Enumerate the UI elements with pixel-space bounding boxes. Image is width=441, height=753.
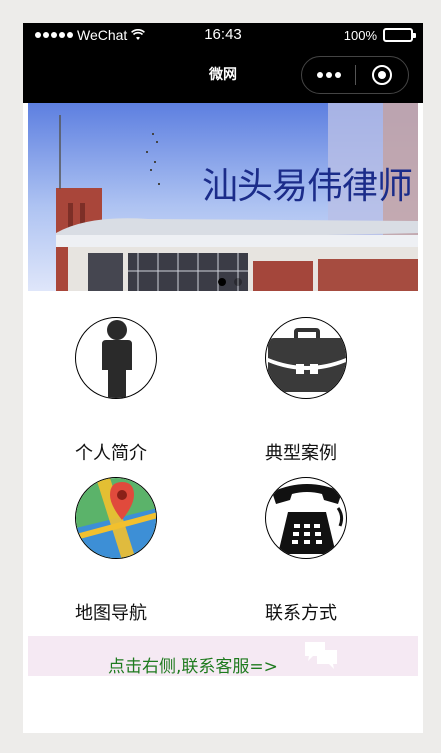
- target-icon: [371, 65, 392, 85]
- briefcase-icon: [265, 317, 347, 399]
- battery-percent: 100%: [343, 27, 377, 43]
- customer-service-text: 点击右侧,联系客服=>: [108, 657, 278, 677]
- menu-item-contact[interactable]: [265, 477, 423, 559]
- indicator-dot-active[interactable]: [218, 278, 226, 286]
- navigation-bar: 微网: [23, 47, 423, 103]
- menu-item-map[interactable]: [75, 477, 235, 559]
- status-bar: WeChat 16:43 100%: [23, 23, 423, 47]
- close-mini-program-button[interactable]: [356, 57, 408, 93]
- phone-screen: WeChat 16:43 100% 微网 汕头易伟律师 个人简介 典型案例 地图…: [23, 23, 423, 733]
- person-icon: [75, 317, 157, 399]
- banner-carousel[interactable]: 汕头易伟律师: [28, 103, 418, 291]
- menu-item-profile[interactable]: [75, 317, 235, 399]
- menu-label-profile[interactable]: 个人简介: [75, 439, 147, 465]
- telephone-icon: [265, 477, 347, 559]
- battery-group: 100%: [343, 26, 416, 44]
- menu-label-map[interactable]: 地图导航: [75, 599, 147, 625]
- more-menu-button[interactable]: [302, 57, 355, 93]
- menu-label-cases[interactable]: 典型案例: [265, 439, 337, 465]
- banner-caption: 汕头易伟律师: [201, 166, 413, 207]
- menu-label-contact[interactable]: 联系方式: [265, 599, 337, 625]
- chat-bubbles-icon[interactable]: [303, 640, 339, 670]
- map-icon: [75, 477, 157, 559]
- indicator-dot[interactable]: [234, 278, 242, 286]
- customer-service-bar[interactable]: 点击右侧,联系客服=>: [28, 636, 418, 677]
- carousel-indicator: [218, 278, 242, 286]
- menu-item-cases[interactable]: [265, 317, 423, 399]
- mini-program-capsule: [301, 56, 409, 94]
- battery-icon: [383, 28, 416, 42]
